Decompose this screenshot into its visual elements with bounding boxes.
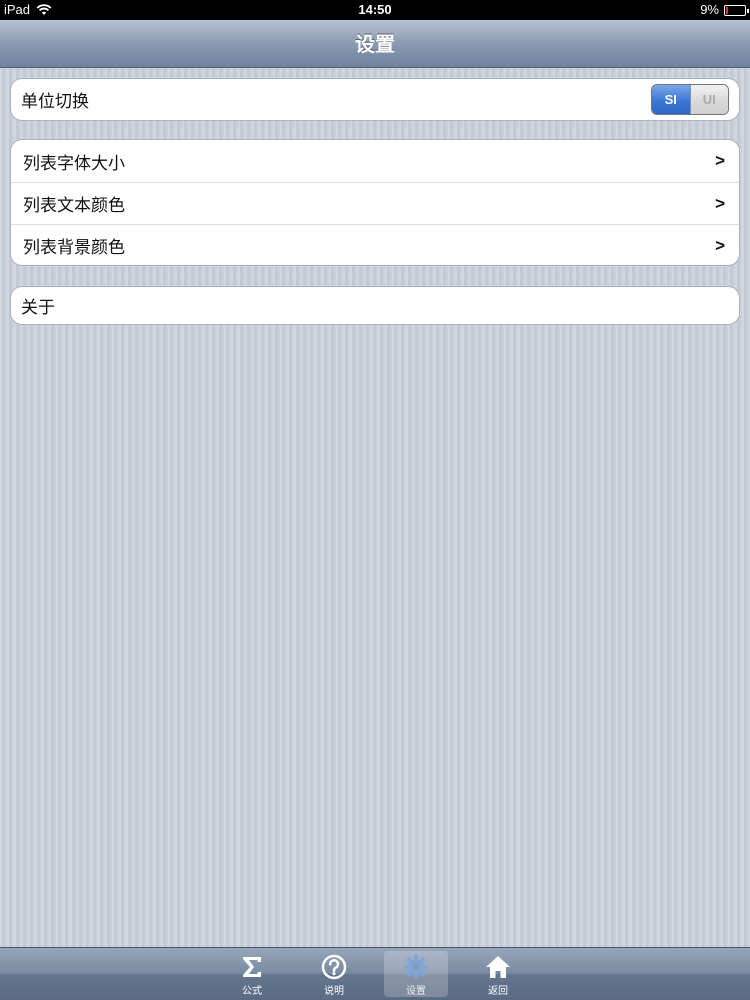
- chevron-right-icon: >: [715, 151, 725, 170]
- question-icon: [321, 954, 347, 980]
- about-cell[interactable]: 关于: [11, 287, 739, 324]
- list-item-label: 列表文本颜色: [23, 196, 125, 216]
- home-icon: [485, 954, 511, 980]
- battery-fill: [726, 6, 728, 14]
- tab-bar: 公式 说明 设置 返回: [0, 947, 750, 1000]
- battery-percent: 9%: [700, 2, 719, 17]
- about-group: 关于: [10, 286, 740, 325]
- status-time: 14:50: [358, 2, 392, 17]
- tab-label: 公式: [242, 986, 262, 997]
- page-title: 设置: [355, 32, 395, 56]
- chevron-right-icon: >: [715, 194, 725, 213]
- tab-label: 说明: [324, 986, 344, 997]
- tab-back[interactable]: 返回: [466, 951, 530, 997]
- sigma-icon: [239, 954, 265, 980]
- tab-formula[interactable]: 公式: [220, 951, 284, 997]
- unit-segmented-control[interactable]: SI UI: [651, 84, 729, 115]
- status-bar: iPad 14:50 9%: [0, 0, 750, 20]
- list-item-label: 列表背景颜色: [23, 237, 125, 258]
- status-right: 9%: [700, 2, 749, 17]
- list-item-label: 列表字体大小: [23, 153, 125, 174]
- battery-icon: [724, 4, 749, 16]
- list-item-background-color[interactable]: 列表背景颜色 >: [11, 225, 739, 265]
- segment-si[interactable]: SI: [652, 85, 690, 114]
- tab-settings[interactable]: 设置: [384, 951, 448, 997]
- segment-ui[interactable]: UI: [689, 85, 728, 114]
- list-settings-group: 列表字体大小 > 列表文本颜色 > 列表背景颜色 >: [10, 139, 740, 266]
- unit-group: 单位切换 SI UI: [10, 78, 740, 121]
- about-label: 关于: [21, 298, 55, 318]
- unit-switch-label: 单位切换: [21, 92, 89, 112]
- tab-label: 设置: [406, 986, 426, 997]
- tab-label: 返回: [488, 986, 508, 997]
- tab-help[interactable]: 说明: [302, 951, 366, 997]
- gear-icon: [403, 954, 429, 980]
- list-item-text-color[interactable]: 列表文本颜色 >: [11, 183, 739, 225]
- list-item-font-size[interactable]: 列表字体大小 >: [11, 140, 739, 183]
- chevron-right-icon: >: [715, 236, 725, 255]
- unit-switch-cell: 单位切换 SI UI: [11, 79, 739, 120]
- navigation-bar: 设置: [0, 20, 750, 68]
